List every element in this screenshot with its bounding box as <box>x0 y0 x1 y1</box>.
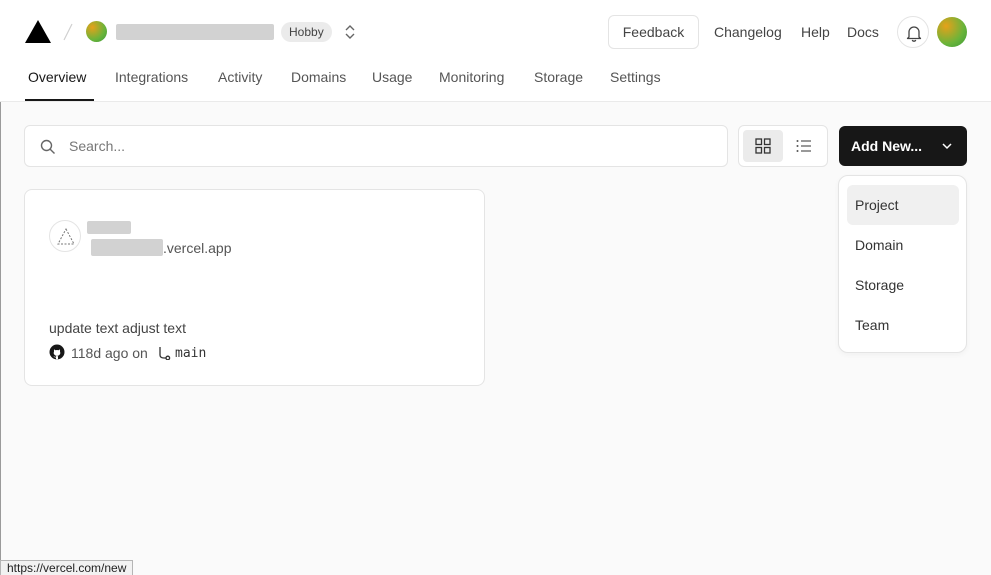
commit-message: update text adjust text <box>49 320 186 336</box>
add-new-menu: Project Domain Storage Team <box>838 175 967 353</box>
menu-item-storage[interactable]: Storage <box>847 265 959 305</box>
tab-monitoring[interactable]: Monitoring <box>439 69 504 85</box>
tab-domains[interactable]: Domains <box>291 69 346 85</box>
feedback-button[interactable]: Feedback <box>608 15 699 49</box>
active-tab-indicator <box>25 99 94 101</box>
tab-integrations[interactable]: Integrations <box>115 69 188 85</box>
grid-icon <box>755 138 771 154</box>
list-view-button[interactable] <box>787 130 823 162</box>
tab-storage[interactable]: Storage <box>534 69 583 85</box>
docs-link[interactable]: Docs <box>847 24 879 40</box>
project-icon <box>49 220 81 252</box>
list-icon <box>796 140 811 152</box>
tab-usage[interactable]: Usage <box>372 69 412 85</box>
breadcrumb-separator-icon <box>63 23 73 41</box>
help-link[interactable]: Help <box>801 24 830 40</box>
changelog-link[interactable]: Changelog <box>714 24 782 40</box>
tab-overview[interactable]: Overview <box>28 69 86 85</box>
vercel-logo-icon[interactable] <box>25 20 51 43</box>
plan-badge: Hobby <box>281 22 332 42</box>
view-toggle <box>738 125 828 167</box>
git-branch-icon <box>159 347 171 360</box>
dashed-triangle-icon <box>57 227 75 245</box>
search-input[interactable] <box>69 136 709 156</box>
team-switcher-chevrons-icon[interactable] <box>343 23 357 41</box>
tab-settings[interactable]: Settings <box>610 69 661 85</box>
project-domain[interactable]: .vercel.app <box>163 240 231 256</box>
team-avatar[interactable] <box>86 21 107 42</box>
branch-name[interactable]: main <box>175 346 206 361</box>
status-bar-url: https://vercel.com/new <box>0 560 134 575</box>
menu-item-project[interactable]: Project <box>847 185 959 225</box>
top-header: Hobby Feedback Changelog Help Docs Overv… <box>0 0 991 102</box>
chevron-down-icon <box>942 143 952 150</box>
commit-age: 118d ago on <box>71 345 148 361</box>
project-card[interactable]: .vercel.app update text adjust text 118d… <box>24 189 485 386</box>
github-icon <box>49 344 65 360</box>
team-name-redacted[interactable] <box>116 24 274 40</box>
tab-activity[interactable]: Activity <box>218 69 262 85</box>
bell-icon <box>906 26 922 42</box>
search-box <box>24 125 728 167</box>
project-name-redacted[interactable] <box>87 221 131 234</box>
notifications-button[interactable] <box>897 16 929 48</box>
grid-view-button[interactable] <box>743 130 783 162</box>
project-domain-redacted <box>91 239 163 256</box>
menu-item-team[interactable]: Team <box>847 305 959 345</box>
user-avatar[interactable] <box>937 17 967 47</box>
add-new-label: Add New... <box>851 138 923 154</box>
search-icon <box>40 139 55 154</box>
add-new-button[interactable]: Add New... <box>839 126 967 166</box>
menu-item-domain[interactable]: Domain <box>847 225 959 265</box>
